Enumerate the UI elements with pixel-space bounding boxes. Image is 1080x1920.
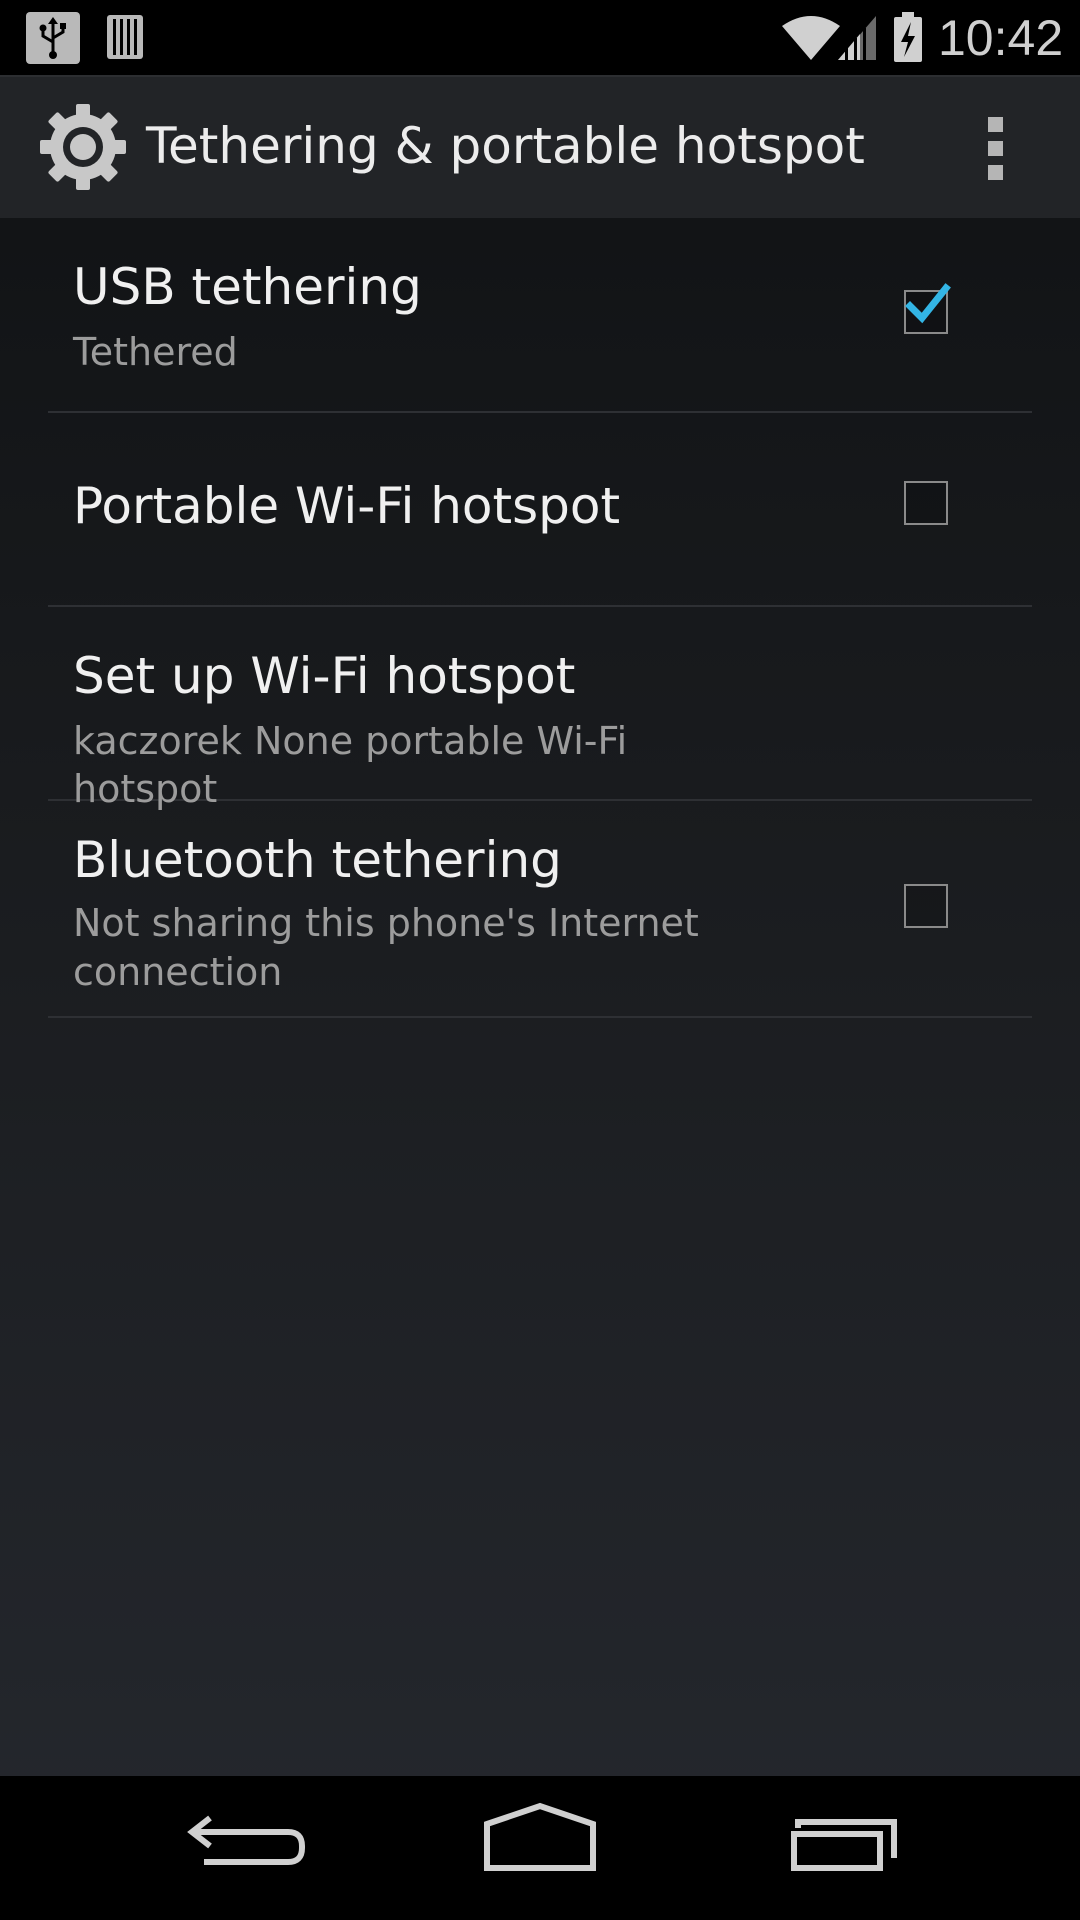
checkmark-icon (904, 276, 968, 340)
wifi-icon (780, 12, 842, 62)
pref-title: USB tethering (73, 258, 422, 316)
pref-portable-wifi-hotspot[interactable]: Portable Wi-Fi hotspot (48, 413, 1032, 607)
pref-setup-wifi-hotspot[interactable]: Set up Wi-Fi hotspot kaczorek None porta… (48, 607, 1032, 811)
back-icon[interactable] (164, 1798, 314, 1898)
recent-apps-icon[interactable] (768, 1798, 918, 1898)
battery-charging-icon (892, 10, 924, 64)
signal-icon (836, 12, 878, 62)
storage-icon (106, 14, 144, 60)
overflow-menu-icon[interactable] (978, 117, 1014, 181)
overflow-dot (988, 141, 1003, 156)
wifi-hotspot-checkbox[interactable] (904, 481, 948, 525)
pref-summary: Not sharing this phone's Internet connec… (73, 901, 699, 994)
pref-title: Portable Wi-Fi hotspot (73, 477, 621, 535)
status-time: 10:42 (938, 10, 1064, 66)
pref-title: Set up Wi-Fi hotspot (73, 647, 576, 705)
action-bar: Tethering & portable hotspot (0, 75, 1080, 218)
page-title: Tethering & portable hotspot (146, 117, 865, 175)
screen: 10:42 Tethering & portable hotspot USB t… (0, 0, 1080, 1920)
pref-bluetooth-tethering[interactable]: Bluetooth tethering Not sharing this pho… (48, 801, 1032, 1018)
home-icon[interactable] (465, 1798, 615, 1898)
overflow-dot (988, 165, 1003, 180)
status-bar: 10:42 (0, 0, 1080, 75)
settings-gear-icon[interactable] (38, 102, 128, 192)
pref-title: Bluetooth tethering (73, 831, 562, 889)
pref-summary: kaczorek None portable Wi-Fi hotspot (73, 719, 628, 811)
navigation-bar (0, 1776, 1080, 1920)
overflow-dot (988, 117, 1003, 132)
pref-summary: Tethered (73, 330, 238, 374)
usb-icon (26, 12, 80, 64)
bluetooth-tethering-checkbox[interactable] (904, 884, 948, 928)
preference-list: USB tethering Tethered Portable Wi-Fi ho… (48, 218, 1032, 1018)
pref-usb-tethering[interactable]: USB tethering Tethered (48, 218, 1032, 413)
